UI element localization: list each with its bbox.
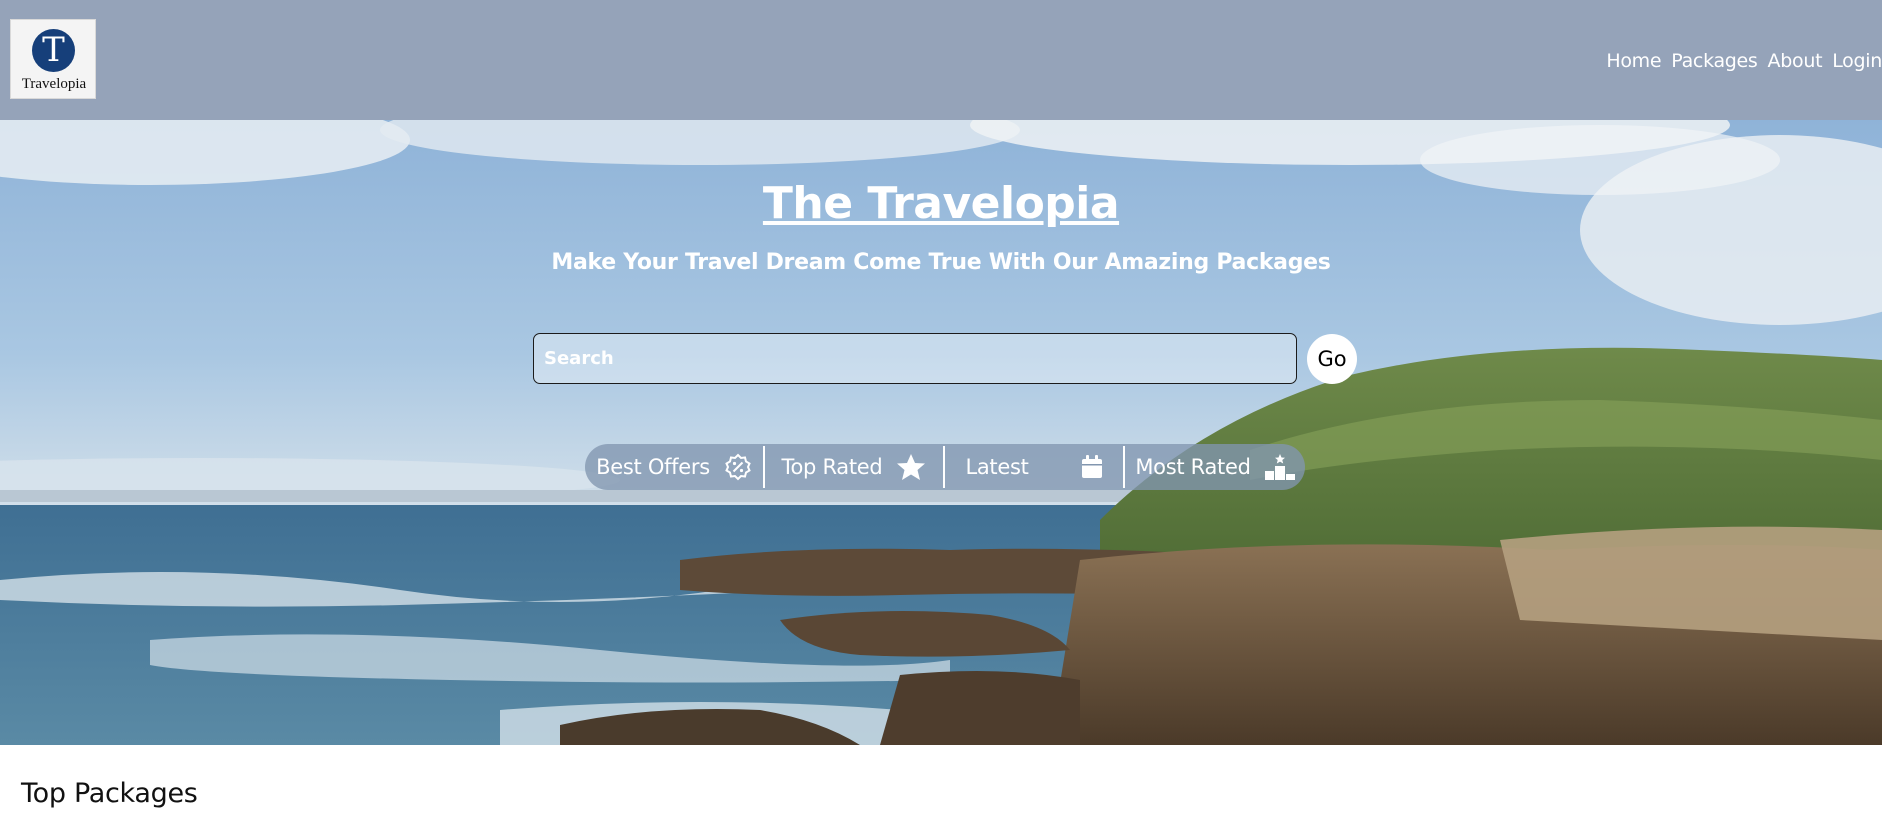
filter-latest[interactable]: Latest [945,444,1123,490]
hero-subtitle: Make Your Travel Dream Come True With Ou… [551,250,1331,275]
nav-home-link[interactable]: Home [1606,50,1661,72]
star-icon [896,453,926,481]
filter-label: Best Offers [596,455,710,479]
filter-best-offers[interactable]: Best Offers [585,444,763,490]
filter-label: Latest [965,455,1029,479]
go-button[interactable]: Go [1307,334,1357,384]
filter-most-rated[interactable]: Most Rated [1125,444,1305,490]
hero-title[interactable]: The Travelopia [0,178,1882,229]
main-nav: Home Packages About Login [1596,47,1882,75]
nav-packages-link[interactable]: Packages [1671,50,1758,72]
logo-mark-icon: T [32,29,75,72]
nav-about-link[interactable]: About [1768,50,1823,72]
site-header: T Travelopia Home Packages About Login [0,0,1882,120]
filter-bar: Best Offers Top Rated Latest Most Rated [585,444,1305,490]
filter-top-rated[interactable]: Top Rated [765,444,943,490]
calendar-icon [1081,455,1103,479]
filter-label: Top Rated [781,455,883,479]
brand-logo[interactable]: T Travelopia [10,19,96,99]
filter-label: Most Rated [1135,455,1251,479]
podium-icon [1264,453,1295,481]
nav-login-link[interactable]: Login [1832,50,1882,72]
hero-banner: The Travelopia Make Your Travel Dream Co… [0,120,1882,745]
discount-badge-icon [724,453,752,481]
section-title: Top Packages [21,778,198,809]
logo-text: Travelopia [21,76,87,92]
search-input[interactable] [533,333,1297,384]
